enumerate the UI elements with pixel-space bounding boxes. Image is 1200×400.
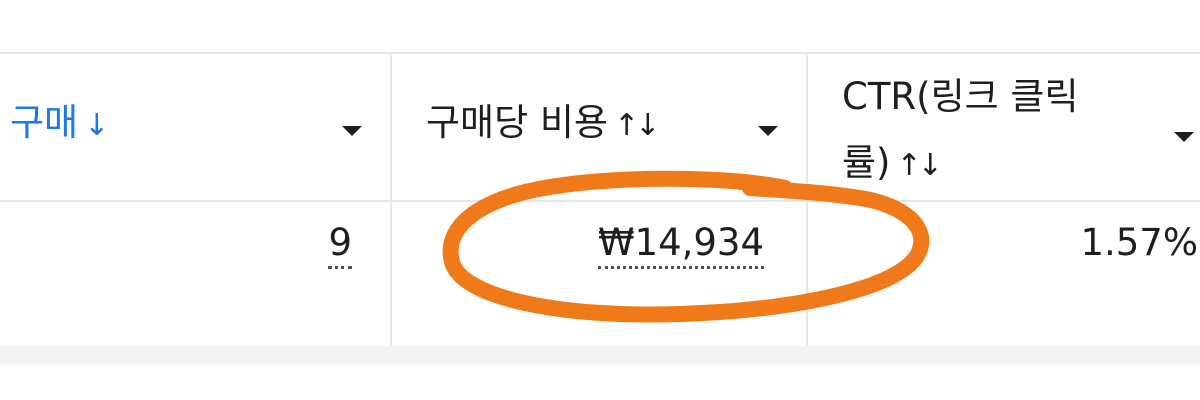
header-bottom-border — [0, 200, 1200, 202]
ads-table-crop: 구매 ↓ 구매당 비용 ↑↓ CTR(링크 클릭 률) ↑↓ 9 ₩14,934 1.… — [0, 0, 1200, 400]
cell-ctr: 1.57% — [1080, 220, 1198, 266]
cost-per-purchase-value[interactable]: ₩14,934 — [597, 221, 764, 269]
next-row-band — [0, 346, 1200, 364]
sort-updown-icon[interactable]: ↑↓ — [614, 108, 660, 143]
cell-purchases: 9 — [328, 220, 352, 269]
column-header-purchases[interactable]: 구매 ↓ — [0, 54, 390, 200]
column-header-ctr[interactable]: CTR(링크 클릭 률) ↑↓ — [808, 54, 1200, 200]
caret-down-icon[interactable] — [342, 126, 362, 136]
column-header-label: 구매 ↓ — [10, 100, 109, 149]
caret-down-icon[interactable] — [758, 126, 778, 136]
purchases-value[interactable]: 9 — [328, 221, 352, 269]
column-header-text: 구매당 비용 — [426, 101, 608, 144]
column-header-label: 구매당 비용 ↑↓ — [426, 100, 660, 149]
ctr-value: 1.57% — [1080, 221, 1198, 264]
sort-updown-icon[interactable]: ↑↓ — [896, 148, 942, 183]
column-header-cost-per-purchase[interactable]: 구매당 비용 ↑↓ — [392, 54, 806, 200]
caret-down-icon[interactable] — [1174, 132, 1194, 142]
column-header-text: 률) — [842, 141, 891, 184]
cell-cost-per-purchase: ₩14,934 — [597, 220, 764, 269]
arrow-down-icon[interactable]: ↓ — [84, 108, 109, 143]
column-header-label-line2: 률) ↑↓ — [842, 140, 943, 189]
column-header-label-line1: CTR(링크 클릭 — [842, 75, 1079, 118]
column-header-text: 구매 — [10, 101, 79, 144]
